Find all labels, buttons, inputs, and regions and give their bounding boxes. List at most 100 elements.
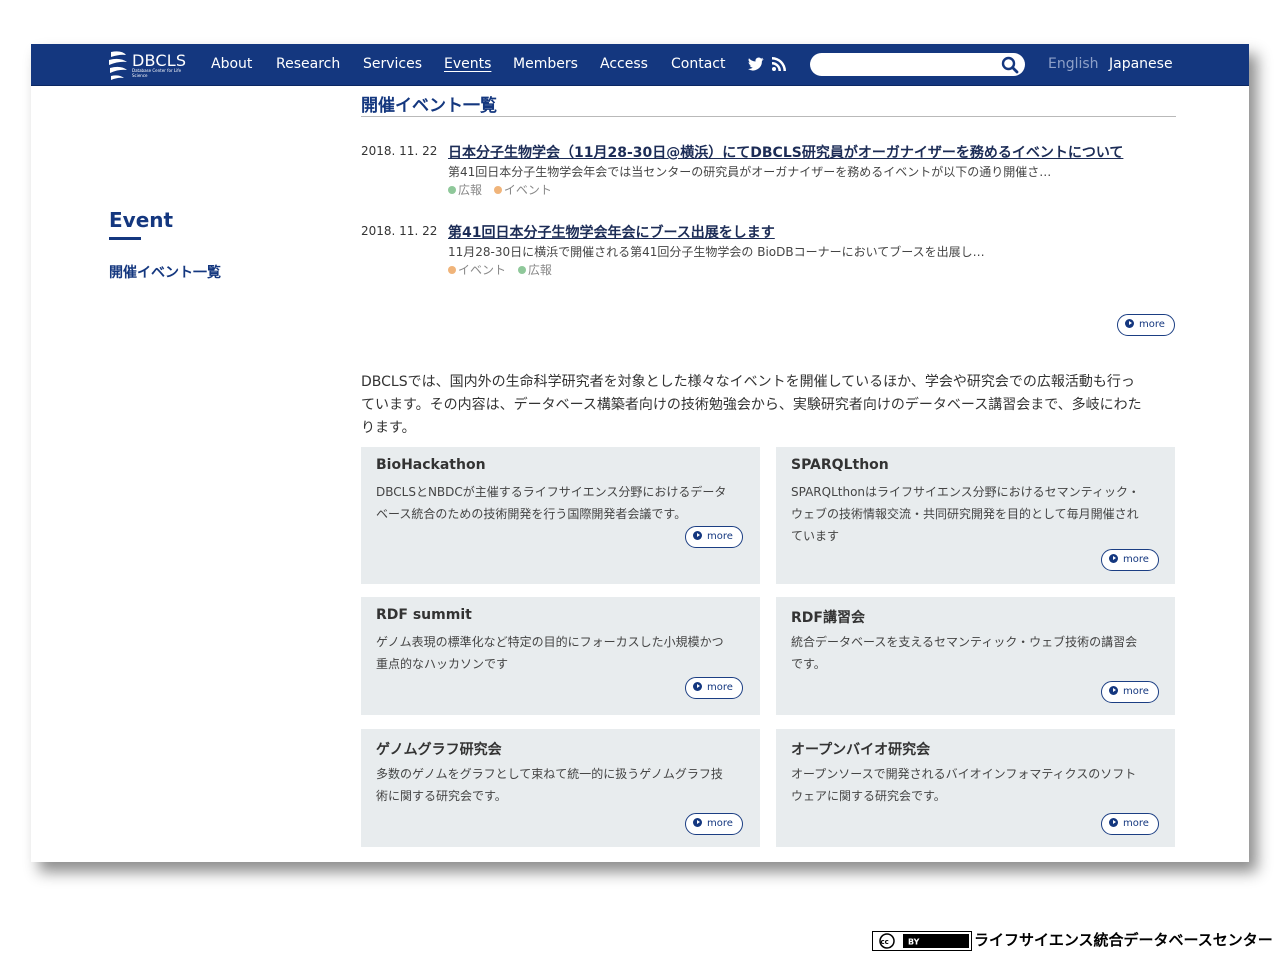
page-title: 開催イベント一覧 (361, 96, 497, 116)
more-label: more (707, 682, 733, 693)
card-description: DBCLSとNBDCが主催するライフサイエンス分野におけるデータ ベース統合のた… (376, 481, 746, 525)
event-card-sparqlthon: SPARQLthon SPARQLthonはライフサイエンス分野におけるセマンテ… (776, 447, 1175, 584)
tag-dot (448, 266, 456, 274)
card-title: オープンバイオ研究会 (791, 742, 931, 758)
news-more-button[interactable]: more (1117, 314, 1175, 336)
card-more-button[interactable]: more (685, 813, 743, 835)
tag-pr[interactable]: 広報 (517, 263, 552, 277)
cc-by-license-badge: cc BY (872, 931, 972, 951)
play-icon (1109, 818, 1118, 827)
play-icon (693, 682, 702, 691)
card-more-button[interactable]: more (685, 526, 743, 548)
tag-dot (517, 266, 526, 274)
tag-label: 広報 (527, 263, 552, 277)
nav-services[interactable]: Services (363, 56, 422, 72)
play-icon (693, 818, 702, 827)
card-desc-line: です。 (791, 657, 826, 671)
nav-events[interactable]: Events (444, 56, 491, 72)
card-desc-line: ています (791, 529, 840, 543)
news-title-link[interactable]: 第41回日本分子生物学会年会にブース出展をします (448, 222, 775, 242)
sidebar-item-event-list[interactable]: 開催イベント一覧 (109, 262, 221, 282)
card-description: SPARQLthonはライフサイエンス分野におけるセマンティック・ ウェブの技術… (791, 481, 1161, 547)
card-desc-line: ウェアに関する研究会です。 (791, 789, 946, 803)
intro-text: DBCLSでは、国内外の生命科学研究者を対象とした様々なイベントを開催しているほ… (361, 371, 1176, 440)
sidebar-divider (109, 237, 141, 240)
search-icon[interactable] (1001, 56, 1019, 78)
event-card-rdf-course: RDF講習会 統合データベースを支えるセマンティック・ウェブ技術の講習会 です。… (776, 597, 1175, 715)
intro-line: DBCLSでは、国内外の生命科学研究者を対象とした様々なイベントを開催しているほ… (361, 374, 1135, 390)
card-desc-line: ベース統合のための技術開発を行う国際開発者会議です。 (376, 507, 687, 521)
svg-text:BY: BY (908, 938, 920, 947)
nav-about[interactable]: About (211, 56, 252, 72)
nav-contact[interactable]: Contact (671, 56, 725, 72)
card-desc-line: ウェブの技術情報交流・共同研究開発を目的として毎月開催され (791, 507, 1139, 521)
card-more-button[interactable]: more (1101, 681, 1159, 703)
intro-line: ています。その内容は、データベース構築者向けの技術勉強会から、実験研究者向けのデ… (361, 397, 1142, 413)
tag-label: 広報 (458, 183, 483, 197)
news-date: 2018. 11. 22 (361, 144, 438, 158)
list-item: 2018. 11. 22 第41回日本分子生物学会年会にブース出展をします 11… (361, 222, 1176, 282)
card-more-button[interactable]: more (1101, 813, 1159, 835)
more-label: more (707, 531, 733, 542)
news-title-link[interactable]: 日本分子生物学会（11月28-30日@横浜）にてDBCLS研究員がオーガナイザー… (448, 142, 1123, 162)
lang-japanese[interactable]: Japanese (1109, 56, 1173, 72)
event-card-open-bio: オープンバイオ研究会 オープンソースで開発されるバイオインフォマティクスのソフト… (776, 729, 1175, 847)
news-tags: イベント 広報 (448, 261, 560, 278)
tag-event[interactable]: イベント (493, 183, 552, 197)
more-label: more (1123, 818, 1149, 829)
footer-organization: ライフサイエンス統合データベースセンター (974, 931, 1273, 949)
card-desc-line: SPARQLthonはライフサイエンス分野におけるセマンティック・ (791, 485, 1140, 499)
card-desc-line: 多数のゲノムをグラフとして束ねて統一的に扱うゲノムグラフ技 (376, 767, 723, 781)
news-date: 2018. 11. 22 (361, 224, 438, 238)
event-card-biohackathon: BioHackathon DBCLSとNBDCが主催するライフサイエンス分野にお… (361, 447, 760, 584)
card-description: 統合データベースを支えるセマンティック・ウェブ技術の講習会 です。 (791, 631, 1161, 675)
tag-dot (493, 186, 502, 194)
tag-event[interactable]: イベント (448, 263, 506, 277)
play-icon (1125, 319, 1134, 328)
card-title: SPARQLthon (791, 457, 889, 473)
nav-research[interactable]: Research (276, 56, 340, 72)
card-description: 多数のゲノムをグラフとして束ねて統一的に扱うゲノムグラフ技 術に関する研究会です… (376, 763, 746, 807)
play-icon (693, 531, 702, 540)
card-desc-line: DBCLSとNBDCが主催するライフサイエンス分野におけるデータ (376, 485, 727, 499)
intro-line: ります。 (361, 420, 416, 436)
dbcls-logo-icon (109, 51, 127, 80)
nav-members[interactable]: Members (513, 56, 578, 72)
svg-text:cc: cc (881, 938, 889, 946)
card-desc-line: オープンソースで開発されるバイオインフォマティクスのソフト (791, 767, 1137, 781)
top-nav: DBCLS Database Center for Life Science A… (31, 44, 1249, 86)
search-input[interactable] (810, 53, 1025, 76)
card-title: BioHackathon (376, 457, 486, 473)
tag-label: イベント (503, 183, 552, 197)
tag-pr[interactable]: 広報 (448, 183, 482, 197)
lang-english[interactable]: English (1048, 56, 1099, 72)
card-more-button[interactable]: more (685, 677, 743, 699)
list-item: 2018. 11. 22 日本分子生物学会（11月28-30日@横浜）にてDBC… (361, 142, 1176, 202)
tag-dot (448, 186, 456, 194)
more-label: more (707, 818, 733, 829)
card-desc-line: ゲノム表現の標準化など特定の目的にフォーカスした小規模かつ (376, 635, 724, 649)
twitter-icon[interactable] (748, 56, 764, 75)
card-title: RDF summit (376, 607, 472, 623)
browser-window: DBCLS Database Center for Life Science A… (31, 44, 1249, 862)
more-label: more (1139, 319, 1165, 330)
news-tags: 広報 イベント (448, 181, 560, 198)
card-desc-line: 術に関する研究会です。 (376, 789, 507, 803)
more-label: more (1123, 554, 1149, 565)
play-icon (1109, 686, 1118, 695)
nav-access[interactable]: Access (600, 56, 648, 72)
card-desc-line: 統合データベースを支えるセマンティック・ウェブ技術の講習会 (791, 635, 1138, 649)
dbcls-logo[interactable]: DBCLS Database Center for Life Science (107, 49, 189, 81)
card-title: ゲノムグラフ研究会 (376, 742, 502, 758)
title-divider (361, 116, 1176, 117)
logo-subtitle: Database Center for Life Science (132, 68, 182, 78)
news-description: 11月28-30日に横浜で開催される第41回分子生物学会の BioDBコーナーに… (448, 245, 985, 259)
card-description: ゲノム表現の標準化など特定の目的にフォーカスした小規模かつ 重点的なハッカソンで… (376, 631, 746, 675)
event-card-rdf-summit: RDF summit ゲノム表現の標準化など特定の目的にフォーカスした小規模かつ… (361, 597, 760, 715)
card-description: オープンソースで開発されるバイオインフォマティクスのソフト ウェアに関する研究会… (791, 763, 1161, 807)
card-more-button[interactable]: more (1101, 549, 1159, 571)
play-icon (1109, 554, 1118, 563)
sidebar-title: Event (109, 208, 174, 232)
news-description: 第41回日本分子生物学会年会では当センターの研究員がオーガナイザーを務めるイベン… (448, 165, 1052, 179)
rss-icon[interactable] (772, 56, 786, 75)
